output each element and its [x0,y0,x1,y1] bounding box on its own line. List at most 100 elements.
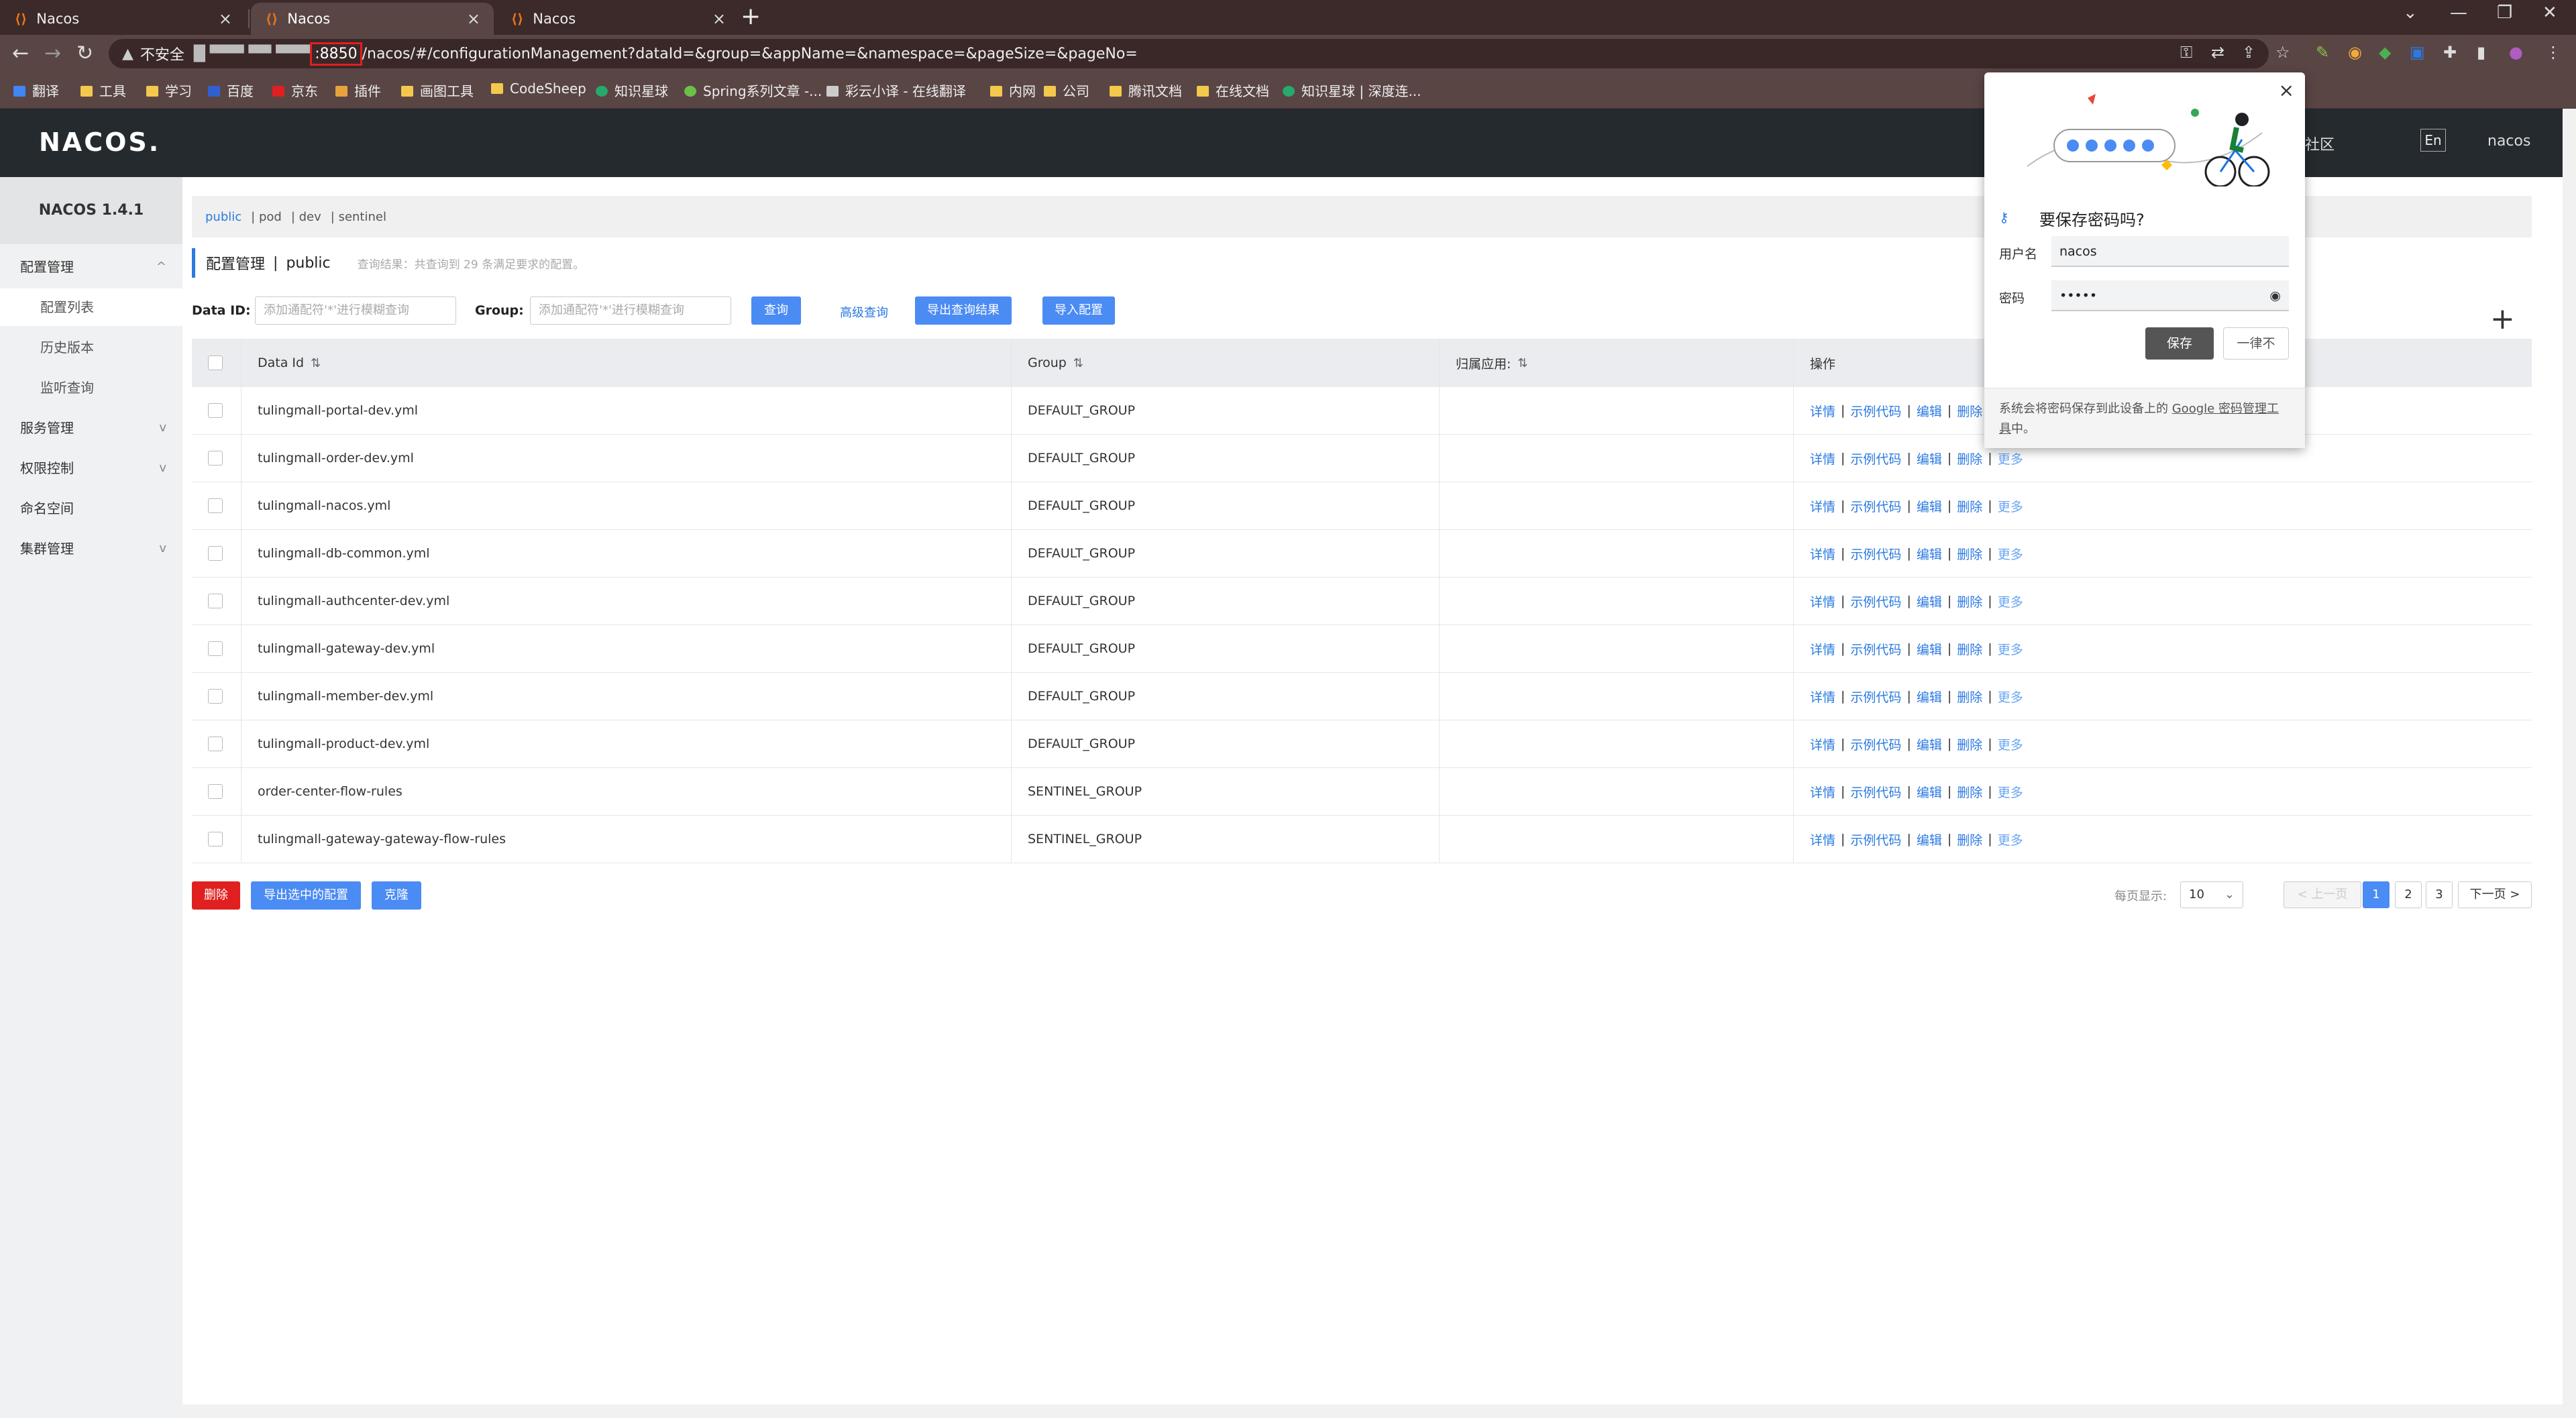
export-selected-button[interactable]: 导出选中的配置 [251,881,361,910]
password-field[interactable]: ••••• ◉ [2051,280,2289,311]
row-checkbox[interactable] [208,546,223,561]
bookmark-item[interactable]: 翻译 [13,80,59,100]
row-checkbox[interactable] [208,832,223,847]
bookmark-folder[interactable]: 腾讯文档 [1110,80,1182,100]
row-op-2[interactable]: 编辑 [1917,640,1942,658]
row-checkbox[interactable] [208,451,223,466]
browser-tab-2[interactable]: ⟨⟩ Nacos × [251,3,494,35]
add-config-plus-icon[interactable]: + [2490,302,2515,336]
extension-pen-icon[interactable]: ✎ [2316,43,2329,62]
namespace-dev[interactable]: | dev [291,210,321,224]
query-button[interactable]: 查询 [751,296,801,325]
row-checkbox[interactable] [208,784,223,799]
row-op-0[interactable]: 详情 [1810,783,1835,801]
sidebar-item-service-management[interactable]: 服务管理 v [0,409,182,447]
row-op-2[interactable]: 编辑 [1917,449,1942,468]
select-all-checkbox[interactable] [208,356,223,370]
page-button-1[interactable]: 1 [2363,881,2390,908]
namespace-public[interactable]: public [205,210,241,224]
forward-arrow-icon[interactable]: → [44,42,61,65]
row-op-3[interactable]: 删除 [1957,402,1982,420]
per-page-select[interactable]: 10 ⌄ [2180,881,2243,908]
profile-avatar-icon[interactable]: ● [2509,43,2523,62]
sort-icon[interactable]: ⇅ [311,356,321,370]
row-op-0[interactable]: 详情 [1810,830,1835,849]
sidebar-item-access-control[interactable]: 权限控制 v [0,449,182,487]
row-op-0[interactable]: 详情 [1810,735,1835,753]
group-search-input[interactable]: 添加通配符'*'进行模糊查询 [530,296,731,325]
row-op-1[interactable]: 示例代码 [1850,688,1901,706]
row-checkbox[interactable] [208,689,223,704]
row-checkbox[interactable] [208,498,223,513]
side-panel-icon[interactable]: ▮ [2477,43,2485,62]
sidebar-item-listener-query[interactable]: 监听查询 [0,369,182,406]
browser-tab-3[interactable]: ⟨⟩ Nacos × [496,3,739,35]
language-switch[interactable]: En [2420,129,2446,152]
row-op-1[interactable]: 示例代码 [1850,830,1901,849]
user-menu[interactable]: nacos [2487,133,2530,150]
reload-icon[interactable]: ↻ [76,42,93,65]
bookmark-item[interactable]: Spring系列文章 -... [684,80,822,100]
share-icon[interactable]: ⇪ [2242,43,2255,62]
bookmark-folder[interactable]: CodeSheep [491,80,586,97]
export-results-button[interactable]: 导出查询结果 [915,296,1012,325]
row-op-0[interactable]: 详情 [1810,688,1835,706]
key-icon[interactable]: ⚿ [2180,43,2192,62]
row-op-4[interactable]: 更多 [1998,497,2023,515]
namespace-sentinel[interactable]: | sentinel [331,210,386,224]
row-op-3[interactable]: 删除 [1957,735,1982,753]
row-checkbox[interactable] [208,403,223,418]
row-op-0[interactable]: 详情 [1810,402,1835,420]
new-tab-plus-icon[interactable]: + [741,3,761,30]
extension-orange-icon[interactable]: ◉ [2348,43,2362,62]
extensions-puzzle-icon[interactable]: ✚ [2443,43,2457,62]
row-op-2[interactable]: 编辑 [1917,592,1942,610]
back-arrow-icon[interactable]: ← [12,42,29,65]
vertical-scrollbar[interactable] [2563,109,2576,1418]
row-op-4[interactable]: 更多 [1998,545,2023,563]
nacos-logo[interactable]: NACOS. [39,127,160,157]
row-op-1[interactable]: 示例代码 [1850,545,1901,563]
row-op-3[interactable]: 删除 [1957,783,1982,801]
bookmark-item[interactable]: 插件 [335,80,381,100]
row-op-1[interactable]: 示例代码 [1850,592,1901,610]
row-op-1[interactable]: 示例代码 [1850,402,1901,420]
row-op-3[interactable]: 删除 [1957,640,1982,658]
save-password-button[interactable]: 保存 [2145,327,2214,360]
row-checkbox[interactable] [208,737,223,751]
sidebar-item-cluster-management[interactable]: 集群管理 v [0,530,182,567]
row-op-2[interactable]: 编辑 [1917,688,1942,706]
extension-translate-icon[interactable]: ▣ [2410,43,2425,62]
close-tab-icon[interactable]: × [712,9,726,28]
column-header-dataid[interactable]: Data Id ⇅ [241,339,1012,387]
sort-icon[interactable]: ⇅ [1073,356,1083,370]
tab-search-chevron-icon[interactable]: ⌄ [2403,3,2418,23]
row-op-3[interactable]: 删除 [1957,449,1982,468]
row-op-0[interactable]: 详情 [1810,592,1835,610]
row-op-4[interactable]: 更多 [1998,449,2023,468]
minimize-icon[interactable]: — [2450,3,2467,23]
clone-button[interactable]: 克隆 [372,881,421,910]
menu-kebab-icon[interactable]: ⋮ [2545,43,2561,62]
page-button-3[interactable]: 3 [2426,881,2453,908]
delete-button[interactable]: 删除 [192,881,240,910]
bookmark-folder[interactable]: 画图工具 [401,80,474,100]
bookmark-item[interactable]: 知识星球 | 深度连... [1283,80,1421,100]
row-op-1[interactable]: 示例代码 [1850,497,1901,515]
row-op-4[interactable]: 更多 [1998,688,2023,706]
address-bar[interactable]: ▲ 不安全 █ ▀▀▀ ▀▀ ▀▀▀ :8850 /nacos/#/config… [109,39,2269,68]
row-op-2[interactable]: 编辑 [1917,783,1942,801]
close-tab-icon[interactable]: × [467,9,480,28]
sidebar-item-history[interactable]: 历史版本 [0,329,182,366]
advanced-query-link[interactable]: 高级查询 [840,303,888,321]
column-header-app[interactable]: 归属应用: ⇅ [1440,339,1794,387]
eye-icon[interactable]: ◉ [2269,280,2281,311]
row-op-1[interactable]: 示例代码 [1850,449,1901,468]
row-op-0[interactable]: 详情 [1810,497,1835,515]
bookmark-item[interactable]: 彩云小译 - 在线翻译 [826,80,966,100]
row-op-2[interactable]: 编辑 [1917,402,1942,420]
row-op-3[interactable]: 删除 [1957,830,1982,849]
nav-link-community[interactable]: 社区 [2305,133,2334,154]
never-save-button[interactable]: 一律不 [2223,327,2289,360]
browser-tab-1[interactable]: ⟨⟩ Nacos × [0,3,246,35]
